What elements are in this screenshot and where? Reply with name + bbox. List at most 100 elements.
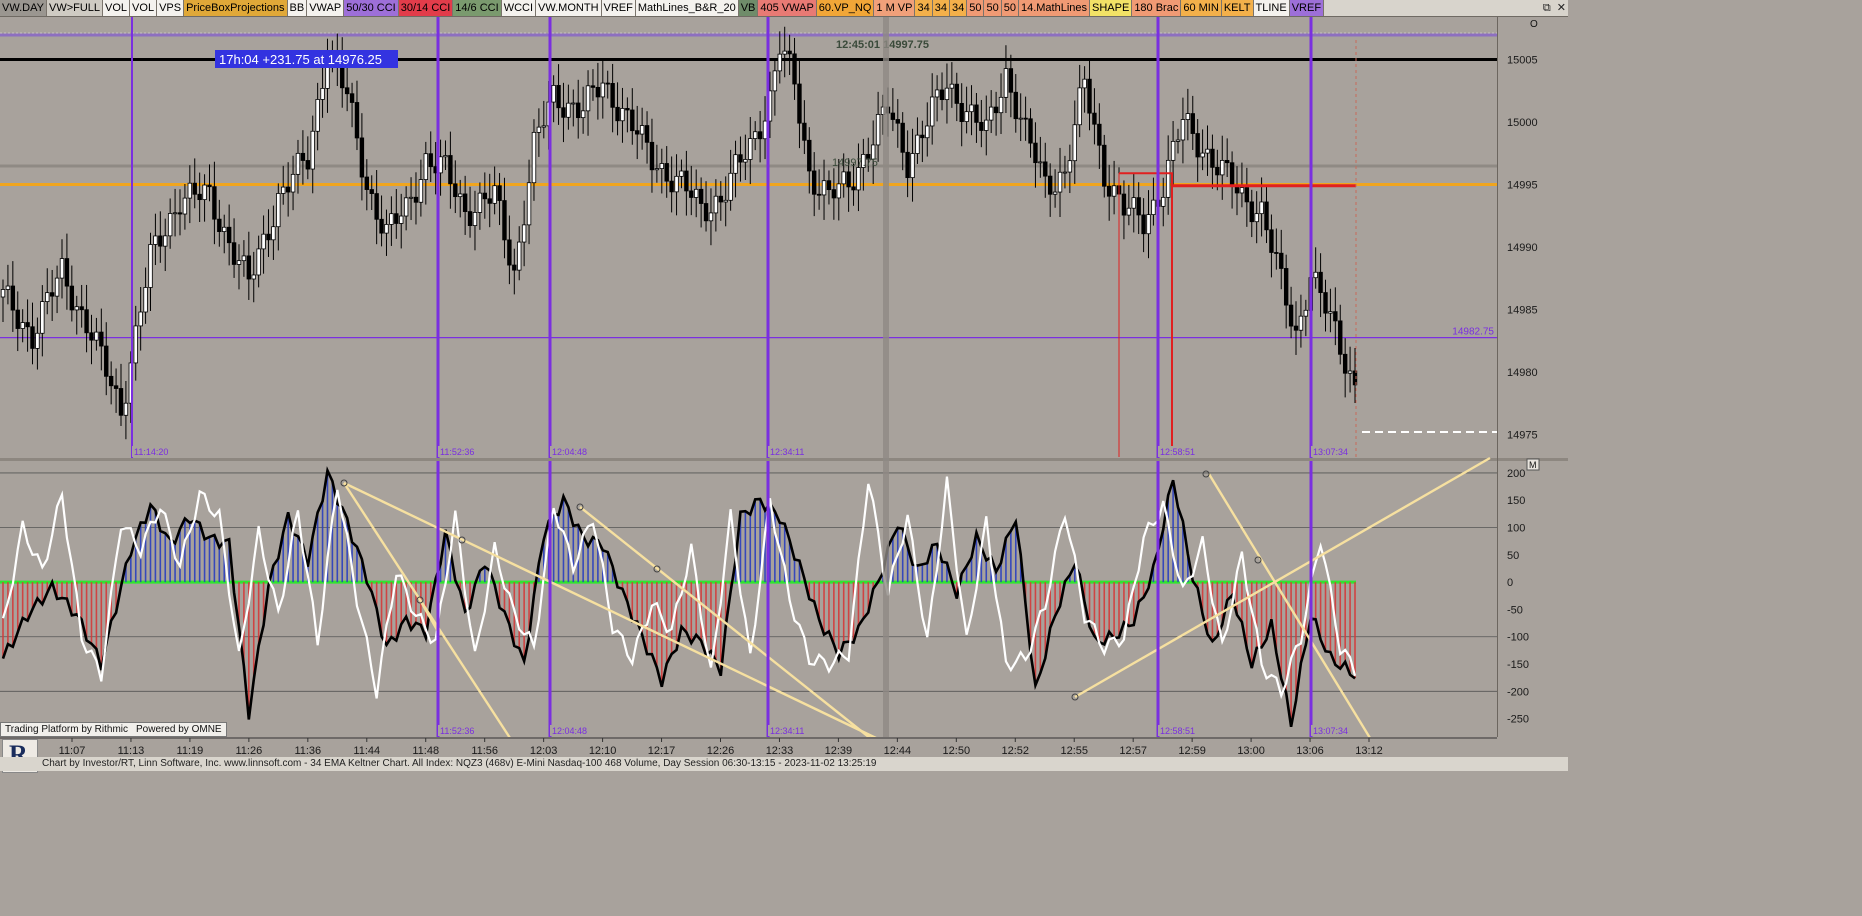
candle-body [1151, 199, 1156, 216]
candle-body [748, 138, 753, 160]
candle-body [1141, 214, 1146, 235]
candle-body [69, 285, 75, 311]
indicator-toggle-14[interactable]: MathLines_B&R_20 [635, 0, 739, 16]
candle-body [787, 50, 792, 55]
panel-divider [0, 458, 1568, 461]
candle-body [113, 385, 119, 389]
candle-body [521, 224, 527, 243]
cci-tick-9: -250 [1507, 714, 1529, 726]
indicator-toggle-0[interactable]: VW.DAY [0, 0, 47, 16]
indicator-toggle-4[interactable]: VPS [157, 0, 185, 16]
candle-body [35, 332, 40, 349]
indicator-toggle-21[interactable]: 34 [949, 0, 968, 16]
indicator-toggle-10[interactable]: 14/6 CCI [453, 0, 502, 16]
indicator-toggle-2[interactable]: VOL [103, 0, 131, 16]
time-tick-6: 11:48 [412, 745, 439, 757]
candle-body [1038, 161, 1043, 164]
candle-body [1244, 187, 1250, 203]
window-controls: ⧉ ✕ [1543, 0, 1566, 16]
candle-body [1220, 159, 1225, 176]
indicator-toggle-5[interactable]: PriceBoxProjections [184, 0, 288, 16]
candle-body [1293, 325, 1299, 331]
indicator-toggle-16[interactable]: 405 VWAP [758, 0, 817, 16]
time-tick-22: 13:12 [1355, 745, 1383, 757]
time-tick-12: 12:33 [766, 745, 794, 757]
candle-body [615, 106, 620, 122]
indicator-toggle-11[interactable]: WCCI [501, 0, 537, 16]
indicator-toggle-3[interactable]: VOL [130, 0, 158, 16]
indicator-toggle-8[interactable]: 50/30 CCI [344, 0, 399, 16]
candle-body [148, 244, 153, 288]
candle-body [1323, 292, 1328, 314]
candle-body [163, 235, 168, 247]
indicator-toggle-17[interactable]: 60.VP_NQ [816, 0, 875, 16]
indicator-toggle-24[interactable]: 50 [1001, 0, 1019, 16]
candle-body [1165, 159, 1171, 198]
brand-rithmic: Trading Platform by Rithmic [5, 724, 128, 735]
candle-body [620, 108, 625, 122]
candle-body [389, 213, 394, 225]
indicator-toggle-7[interactable]: VWAP [307, 0, 345, 16]
candle-body [979, 121, 984, 131]
indicator-toggle-30[interactable]: TLINE [1253, 0, 1290, 16]
candle-body [689, 190, 694, 198]
indicator-toggle-19[interactable]: 34 [915, 0, 933, 16]
candle-body [679, 170, 684, 177]
indicator-toolbar: VW.DAY VW>FULL VOL VOL VPS PriceBoxProjection… [0, 0, 1568, 17]
candle-body [118, 388, 124, 416]
indicator-toggle-1[interactable]: VW>FULL [46, 0, 104, 16]
candle-body [939, 89, 945, 101]
candle-body [1318, 271, 1323, 293]
candle-body [212, 186, 217, 220]
candle-body [1190, 113, 1195, 134]
candle-body [354, 102, 360, 139]
indicator-toggle-13[interactable]: VREF [601, 0, 636, 16]
candle-body [1224, 159, 1230, 164]
candle-body [443, 155, 448, 158]
candle-body [1249, 201, 1254, 223]
candle-body [698, 188, 704, 204]
candle-body [728, 172, 733, 201]
candle-body [703, 203, 709, 222]
indicator-toggle-9[interactable]: 30/14 CCI [398, 0, 454, 16]
candle-body [1097, 123, 1102, 146]
indicator-toggle-12[interactable]: VW.MONTH [536, 0, 602, 16]
indicator-toggle-31[interactable]: VREF [1289, 0, 1325, 16]
indicator-toggle-27[interactable]: 180 Brac [1132, 0, 1182, 16]
indicator-toggle-6[interactable]: BB [287, 0, 308, 16]
indicator-toggle-18[interactable]: 1 M VP [874, 0, 916, 16]
candle-body [266, 233, 271, 241]
indicator-toggle-22[interactable]: 50 [967, 0, 985, 16]
indicator-toggle-29[interactable]: KELT [1221, 0, 1254, 16]
candle-body [1303, 309, 1309, 317]
indicator-toggle-15[interactable]: VB [738, 0, 759, 16]
indicator-toggle-25[interactable]: 14.MathLines [1018, 0, 1091, 16]
restore-window-icon[interactable]: ⧉ [1543, 0, 1551, 16]
candle-body [197, 193, 202, 201]
candle-body [448, 155, 453, 185]
candle-body [256, 248, 261, 276]
candle-body [659, 163, 664, 169]
close-window-icon[interactable]: ✕ [1557, 0, 1566, 16]
candle-body [369, 189, 374, 194]
time-tick-14: 12:44 [884, 745, 912, 757]
candle-body [408, 196, 414, 199]
indicator-toggle-28[interactable]: 60 MIN [1181, 0, 1222, 16]
candle-body [585, 85, 591, 112]
candle-body [920, 134, 925, 139]
indicator-toggle-26[interactable]: SHAPE [1090, 0, 1133, 16]
indicator-toggle-23[interactable]: 50 [984, 0, 1002, 16]
candle-body [875, 114, 881, 146]
candle-body [276, 193, 281, 228]
chart-area[interactable]: 14982.75 17h:04 +231.75 at 14976.25 12:45… [0, 17, 1568, 757]
candle-body [684, 170, 689, 192]
indicator-toggle-20[interactable]: 34 [932, 0, 950, 16]
session-shade-bar [883, 17, 889, 737]
candle-body [290, 173, 296, 193]
candle-body [1205, 148, 1210, 154]
candle-body [934, 89, 940, 98]
time-tick-10: 12:17 [648, 745, 676, 757]
candle-body [625, 108, 630, 111]
candle-body [915, 134, 920, 154]
candle-body [271, 226, 276, 241]
